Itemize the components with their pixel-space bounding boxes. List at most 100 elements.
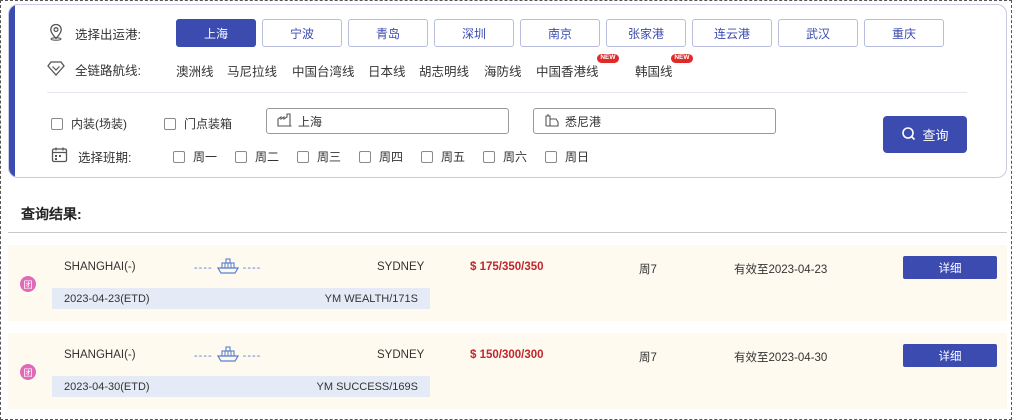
weekday-checkbox[interactable]: 周四	[359, 148, 403, 165]
vessel-voyage: YM SUCCESS/169S	[316, 380, 418, 393]
ship-icon	[216, 346, 239, 365]
route-link[interactable]: 澳洲线	[176, 61, 214, 80]
new-badge: NEW	[671, 54, 693, 63]
result-row: 团 SHANGHAI(-) ---- ---- SYDNEY $ 150/300…	[8, 333, 1007, 409]
checkbox-box	[235, 150, 247, 163]
weekday-label: 周五	[441, 150, 466, 164]
ship-icon	[216, 258, 239, 277]
result-row: 团 SHANGHAI(-) ---- ---- SYDNEY $ 175/350…	[8, 245, 1007, 321]
checkbox-box	[173, 150, 185, 163]
route-link[interactable]: 日本线	[368, 61, 406, 80]
group-badge: 团	[20, 364, 36, 380]
schedule-label-row: 选择班期:	[51, 146, 131, 166]
checkbox-box	[545, 150, 557, 163]
sailing-day: 周7	[639, 352, 657, 364]
etd-date: 2023-04-30(ETD)	[64, 380, 150, 393]
freight-price: $ 150/300/300	[470, 349, 544, 361]
route-label-row: 全链路航线:	[47, 59, 141, 80]
weekday-label: 周日	[565, 150, 590, 164]
search-button-label: 查询	[922, 128, 949, 143]
checkbox-box	[421, 150, 433, 163]
port-option[interactable]: 青岛	[348, 19, 428, 47]
port-option[interactable]: 南京	[520, 19, 600, 47]
port-crane-icon	[544, 113, 559, 130]
destination-port-input[interactable]: 悉尼港	[533, 108, 776, 134]
weekday-checkbox[interactable]: 周二	[235, 148, 279, 165]
checkbox-box	[164, 117, 176, 130]
route-link-label: 海防线	[484, 65, 522, 79]
detail-button[interactable]: 详细	[903, 344, 997, 367]
factory-icon	[277, 112, 292, 130]
weekday-checkbox[interactable]: 周日	[545, 148, 589, 165]
route-link-label: 澳洲线	[176, 65, 214, 79]
freight-price: $ 175/350/350	[470, 261, 544, 273]
checkbox-box	[297, 150, 309, 163]
etd-date: 2023-04-23(ETD)	[64, 292, 150, 305]
calendar-icon	[51, 146, 68, 166]
destination-port: SYDNEY	[377, 349, 425, 361]
route-link[interactable]: 中国香港线 NEW	[536, 54, 619, 80]
new-badge: NEW	[597, 54, 619, 63]
search-panel: 选择出运港: 上海 宁波 青岛 深圳 南京 张家港 连云港 武汉 重庆 全链路航线: 澳洲线 马尼…	[8, 4, 1007, 178]
sailing-day: 周7	[639, 264, 657, 276]
weekday-label: 周四	[379, 150, 404, 164]
ship-route: ---- ----	[194, 346, 261, 365]
panel-accent-bar	[9, 5, 15, 177]
vessel-voyage: YM WEALTH/171S	[324, 292, 418, 305]
weekday-checkbox[interactable]: 周五	[421, 148, 465, 165]
search-icon	[901, 126, 916, 144]
weekday-label: 周六	[503, 150, 528, 164]
route-link[interactable]: 韩国线 NEW	[635, 54, 693, 80]
weekday-checkbox[interactable]: 周六	[483, 148, 527, 165]
valid-until: 有效至2023-04-23	[734, 264, 828, 276]
destination-port-value: 悉尼港	[565, 114, 602, 129]
location-pin-icon	[47, 23, 65, 44]
port-option[interactable]: 连云港	[692, 19, 772, 47]
origin-port: SHANGHAI(-)	[64, 261, 136, 273]
route-link-label: 胡志明线	[419, 65, 470, 79]
port-label: 选择出运港:	[75, 28, 141, 42]
origin-port: SHANGHAI(-)	[64, 349, 136, 361]
route-link-label: 韩国线	[635, 65, 673, 79]
route-link[interactable]: 马尼拉线	[227, 61, 277, 80]
checkbox-box	[51, 117, 63, 130]
port-option[interactable]: 宁波	[262, 19, 342, 47]
route-dash: ----	[242, 349, 262, 362]
group-badge: 团	[20, 276, 36, 292]
route-link-label: 中国台湾线	[292, 65, 355, 79]
sailing-info: 2023-04-23(ETD) YM WEALTH/171S	[52, 288, 430, 309]
checkbox-box	[483, 150, 495, 163]
door-packing-checkbox[interactable]: 门点装箱	[164, 115, 232, 132]
door-packing-label: 门点装箱	[184, 117, 233, 131]
port-option[interactable]: 深圳	[434, 19, 514, 47]
inner-packing-checkbox[interactable]: 内装(场装)	[51, 115, 127, 132]
port-label-row: 选择出运港:	[47, 23, 141, 44]
search-button[interactable]: 查询	[883, 116, 967, 153]
results-title: 查询结果:	[21, 206, 82, 222]
sailing-info: 2023-04-30(ETD) YM SUCCESS/169S	[52, 376, 430, 397]
route-dash: ----	[194, 261, 213, 274]
weekday-checkbox[interactable]: 周三	[297, 148, 341, 165]
valid-until: 有效至2023-04-30	[734, 352, 828, 364]
route-link-label: 日本线	[368, 65, 406, 79]
destination-port: SYDNEY	[377, 261, 425, 273]
route-link-label: 中国香港线	[536, 65, 599, 79]
route-link[interactable]: 中国台湾线	[292, 61, 355, 80]
route-label: 全链路航线:	[75, 64, 141, 78]
route-link[interactable]: 胡志明线	[419, 61, 469, 80]
detail-button[interactable]: 详细	[903, 256, 997, 279]
route-dash: ----	[242, 261, 262, 274]
port-option[interactable]: 张家港	[606, 19, 686, 47]
diamond-route-icon	[47, 59, 65, 80]
checkbox-box	[359, 150, 371, 163]
port-option[interactable]: 上海	[176, 19, 256, 47]
port-option[interactable]: 重庆	[864, 19, 944, 47]
weekday-checkbox[interactable]: 周一	[173, 148, 217, 165]
port-option[interactable]: 武汉	[778, 19, 858, 47]
origin-port-input[interactable]: 上海	[266, 108, 509, 134]
panel-divider	[47, 92, 967, 93]
ship-route: ---- ----	[194, 258, 261, 277]
route-link-label: 马尼拉线	[227, 65, 278, 79]
route-link[interactable]: 海防线	[484, 61, 522, 80]
weekday-label: 周三	[317, 150, 342, 164]
